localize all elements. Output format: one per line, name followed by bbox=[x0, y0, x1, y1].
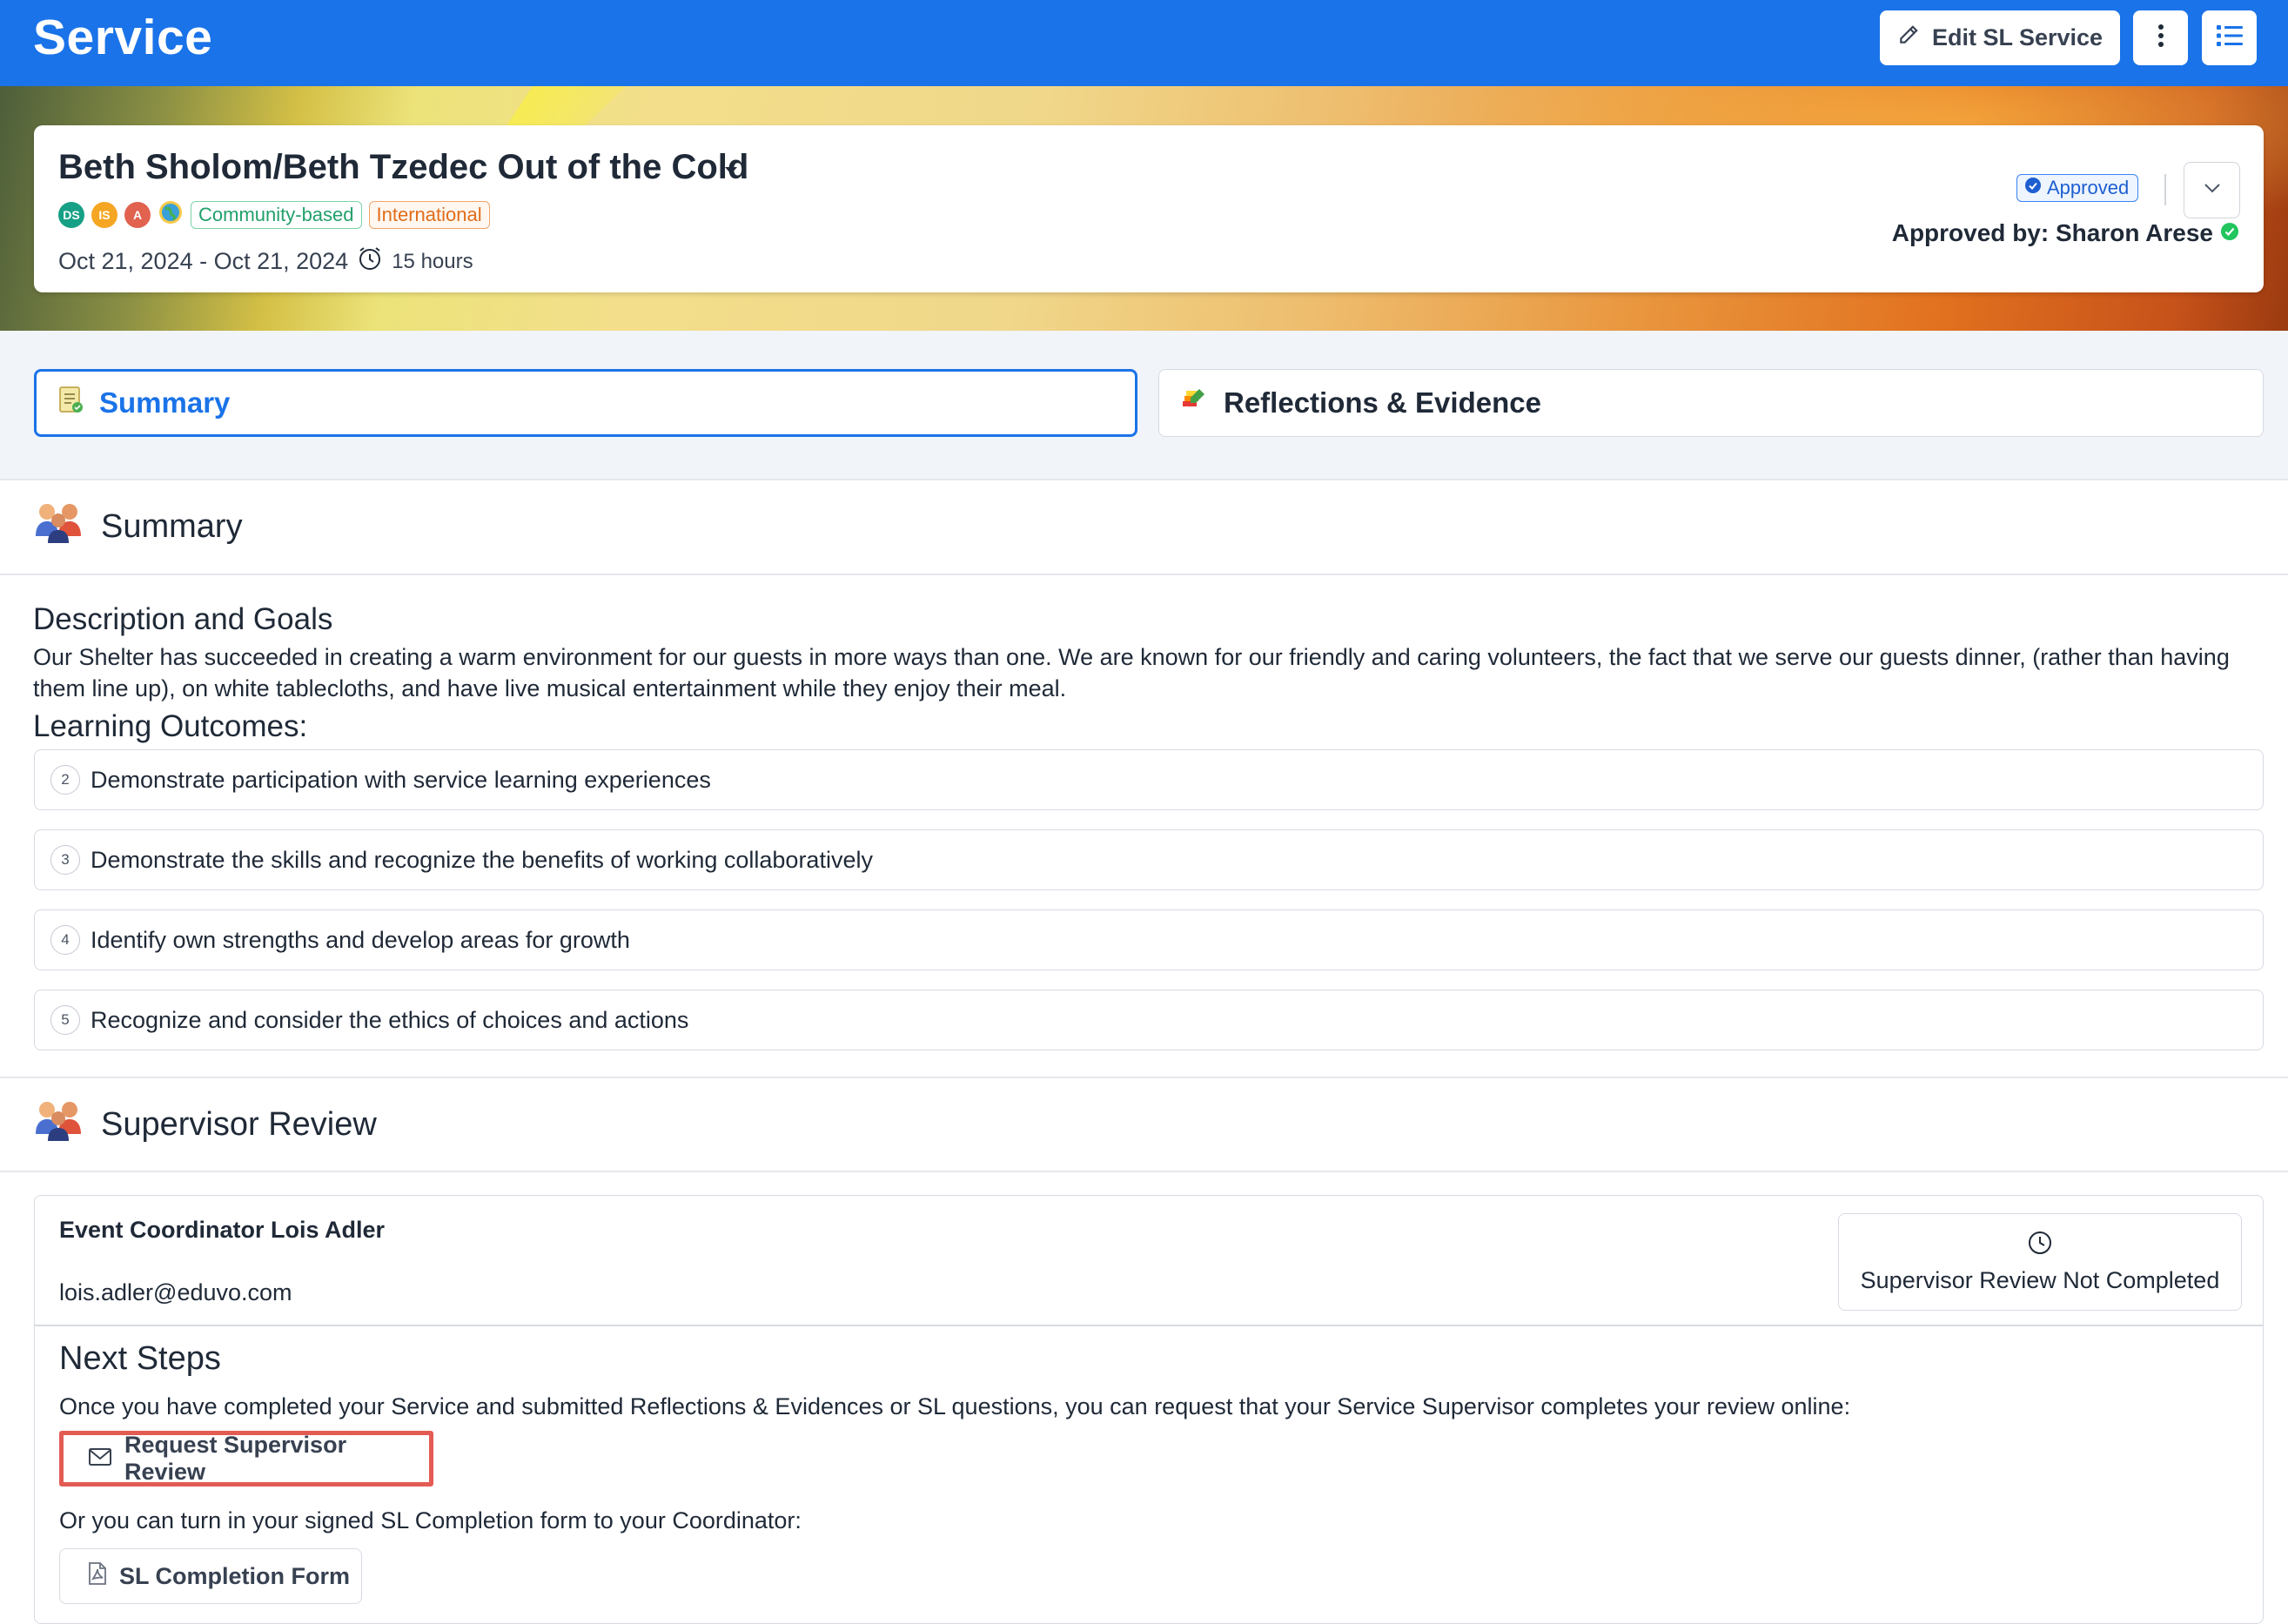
top-bar: Service Edit SL Service bbox=[0, 0, 2288, 86]
supervisor-email: lois.adler@eduvo.com bbox=[59, 1279, 292, 1305]
outcome-text: Identify own strengths and develop areas… bbox=[91, 926, 630, 953]
outcome-number: 3 bbox=[50, 845, 80, 875]
outcome-number: 2 bbox=[50, 765, 80, 795]
tag-international: International bbox=[368, 200, 490, 229]
check-circle-icon bbox=[2220, 219, 2239, 247]
learning-outcomes-heading: Learning Outcomes: bbox=[33, 709, 308, 743]
kebab-menu-icon bbox=[2157, 23, 2165, 53]
service-dates-row: Oct 21, 2024 - Oct 21, 2024 15 hours bbox=[58, 245, 473, 278]
supervisor-review-title: Supervisor Review bbox=[101, 1105, 377, 1143]
divider bbox=[2164, 174, 2166, 205]
outcome-number: 5 bbox=[50, 1005, 80, 1035]
divider bbox=[0, 1077, 2288, 1078]
tab-summary[interactable]: Summary bbox=[34, 369, 1137, 437]
outcome-text: Recognize and consider the ethics of cho… bbox=[91, 1006, 689, 1033]
list-icon bbox=[2216, 24, 2243, 51]
service-switcher-caret-icon[interactable] bbox=[725, 167, 737, 174]
list-item: 2 Demonstrate participation with service… bbox=[34, 749, 2264, 810]
tag-community-based: Community-based bbox=[191, 200, 362, 229]
service-hours: 15 hours bbox=[392, 249, 473, 273]
supervisor-name: Event Coordinator Lois Adler bbox=[59, 1217, 386, 1243]
supervisor-section-header: Supervisor Review bbox=[33, 1099, 377, 1150]
alternative-text: Or you can turn in your signed SL Comple… bbox=[59, 1507, 802, 1533]
service-header-card: Beth Sholom/Beth Tzedec Out of the Cold … bbox=[34, 125, 2264, 292]
list-item: 4 Identify own strengths and develop are… bbox=[34, 909, 2264, 970]
list-item: 3 Demonstrate the skills and recognize t… bbox=[34, 829, 2264, 890]
summary-section-header: Summary bbox=[33, 501, 243, 552]
page-title: Service bbox=[33, 10, 213, 65]
next-steps-text: Once you have completed your Service and… bbox=[59, 1393, 1851, 1419]
service-name: Beth Sholom/Beth Tzedec Out of the Cold bbox=[58, 148, 749, 186]
expand-details-button[interactable] bbox=[2184, 162, 2240, 218]
description-heading: Description and Goals bbox=[33, 602, 333, 636]
status-badge: Approved bbox=[2016, 174, 2139, 202]
request-supervisor-review-button[interactable]: Request Supervisor Review bbox=[59, 1431, 433, 1486]
divider bbox=[0, 574, 2288, 575]
edit-button-label: Edit SL Service bbox=[1931, 24, 2103, 50]
pencil-icon bbox=[1897, 23, 1920, 52]
people-icon bbox=[33, 1099, 85, 1150]
summary-doc-icon bbox=[57, 385, 84, 421]
chevron-down-icon bbox=[2203, 182, 2222, 198]
approved-by-text: Approved by: Sharon Arese bbox=[1891, 219, 2213, 246]
supervisor-card: Event Coordinator Lois Adler lois.adler@… bbox=[34, 1195, 2264, 1624]
alarm-clock-icon bbox=[357, 245, 383, 278]
service-chips: DS IS A Community-based International bbox=[58, 199, 490, 230]
pdf-file-icon bbox=[88, 1561, 107, 1592]
clock-icon bbox=[2027, 1230, 2053, 1262]
divider bbox=[0, 1171, 2288, 1172]
supervisor-review-status: Supervisor Review Not Completed bbox=[1838, 1213, 2242, 1311]
avatar: IS bbox=[91, 201, 117, 228]
tab-summary-label: Summary bbox=[99, 386, 231, 419]
tab-reflections-evidence[interactable]: Reflections & Evidence bbox=[1158, 369, 2264, 437]
form-button-label: SL Completion Form bbox=[119, 1562, 351, 1589]
request-button-label: Request Supervisor Review bbox=[124, 1432, 347, 1485]
approved-by: Approved by: Sharon Arese bbox=[1892, 219, 2239, 247]
globe-icon bbox=[158, 199, 184, 230]
edit-sl-service-button[interactable]: Edit SL Service bbox=[1880, 10, 2120, 65]
summary-title: Summary bbox=[101, 507, 243, 545]
status-badge-label: Approved bbox=[2047, 177, 2130, 198]
more-options-button[interactable] bbox=[2133, 10, 2188, 65]
sl-completion-form-button[interactable]: SL Completion Form bbox=[59, 1548, 362, 1604]
supervisor-status-label: Supervisor Review Not Completed bbox=[1860, 1267, 2220, 1293]
outcome-number: 4 bbox=[50, 925, 80, 955]
people-icon bbox=[33, 501, 85, 552]
approved-icon bbox=[2024, 177, 2042, 199]
tab-reflections-label: Reflections & Evidence bbox=[1224, 386, 1541, 419]
outcome-text: Demonstrate the skills and recognize the… bbox=[91, 846, 873, 873]
tabs-area: Summary Reflections & Evidence bbox=[0, 331, 2288, 479]
avatar: A bbox=[124, 201, 151, 228]
list-view-button[interactable] bbox=[2202, 10, 2257, 65]
divider bbox=[0, 479, 2288, 480]
service-dates: Oct 21, 2024 - Oct 21, 2024 bbox=[58, 248, 349, 274]
description-text: Our Shelter has succeeded in creating a … bbox=[33, 644, 2230, 701]
divider bbox=[35, 1325, 2263, 1326]
next-steps-title: Next Steps bbox=[59, 1340, 221, 1377]
reflections-icon bbox=[1180, 386, 1208, 420]
outcome-text: Demonstrate participation with service l… bbox=[91, 766, 711, 793]
avatar: DS bbox=[58, 201, 84, 228]
list-item: 5 Recognize and consider the ethics of c… bbox=[34, 990, 2264, 1050]
envelope-icon bbox=[88, 1446, 112, 1473]
